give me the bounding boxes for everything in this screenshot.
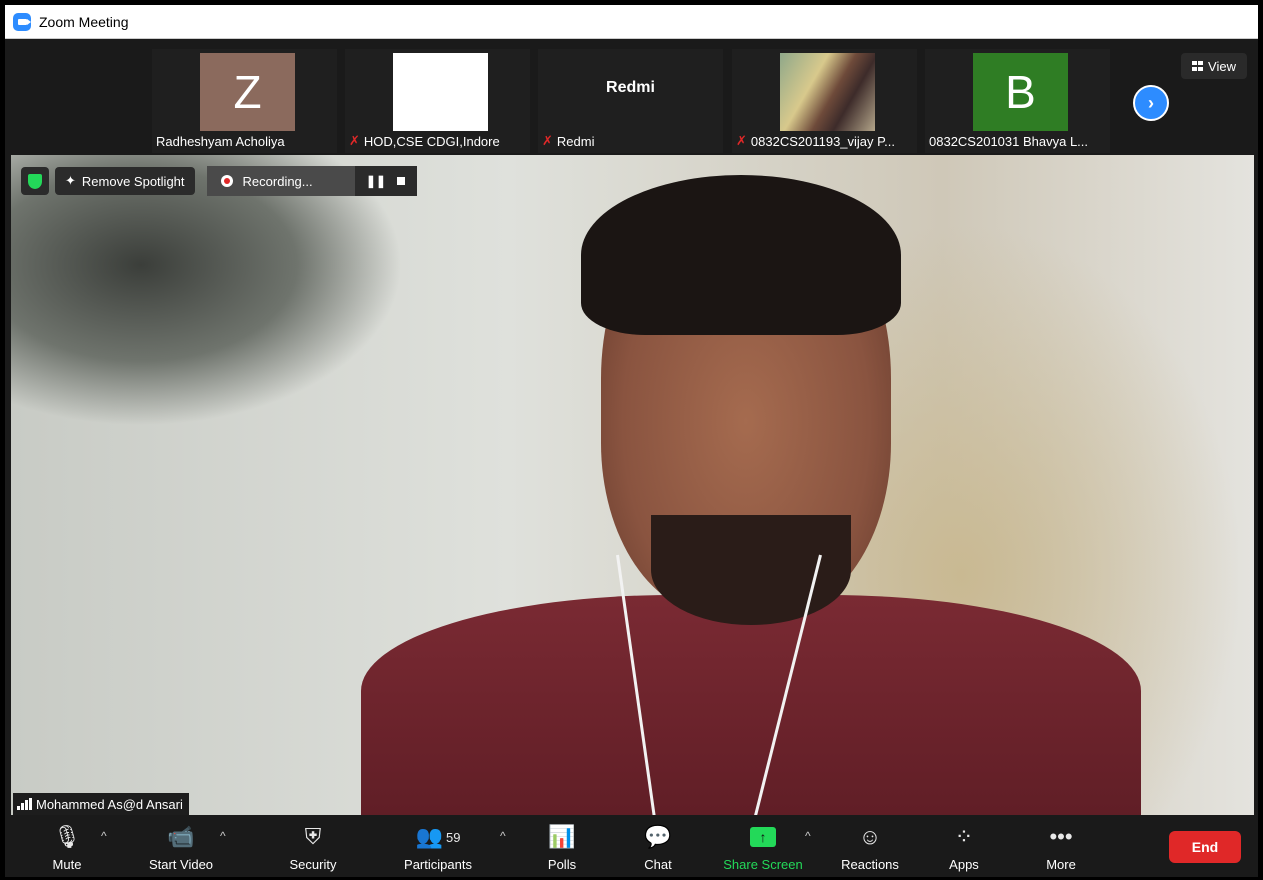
view-label: View: [1208, 58, 1236, 74]
shield-icon: ⛨: [304, 824, 322, 849]
participant-name: ✗ Redmi: [542, 131, 594, 151]
next-page-button[interactable]: ›: [1133, 85, 1169, 121]
title-bar: Zoom Meeting: [5, 5, 1258, 39]
participant-name: ✗ 0832CS201193_vijay P...: [736, 131, 895, 151]
more-label: More: [1046, 857, 1076, 872]
start-video-label: Start Video: [148, 857, 214, 872]
polls-button[interactable]: 📊 Polls: [544, 823, 580, 875]
participant-thumb[interactable]: Z Radheshyam Acholiya: [152, 49, 337, 153]
polls-icon: 📊: [548, 824, 576, 849]
participant-photo: [780, 53, 875, 131]
participant-thumb[interactable]: Redmi ✗ Redmi: [538, 49, 723, 153]
chat-button[interactable]: 💬 Chat: [640, 823, 676, 875]
mute-label: Mute: [52, 857, 82, 872]
stop-recording-icon[interactable]: [397, 177, 406, 185]
chevron-up-icon[interactable]: ^: [220, 829, 226, 843]
reactions-icon: ☺: [858, 824, 882, 849]
video-content: [651, 515, 851, 625]
participant-name-text: Redmi: [556, 133, 595, 149]
video-off-icon: 📹: [167, 824, 195, 849]
window-title: Zoom Meeting: [39, 13, 129, 30]
mic-muted-icon: ✗: [736, 133, 747, 148]
remove-spotlight-label: Remove Spotlight: [81, 173, 185, 189]
chat-icon: 💬: [644, 824, 672, 849]
mic-muted-icon: ✗: [542, 133, 553, 148]
share-screen-button[interactable]: ↑ Share Screen: [718, 823, 808, 875]
avatar: [393, 53, 488, 131]
pause-recording-icon[interactable]: ❚❚: [366, 174, 386, 188]
share-screen-icon: ↑: [750, 823, 776, 851]
signal-icon: [17, 798, 32, 810]
microphone-icon: 🎙: [53, 824, 81, 849]
participant-name-text: 0832CS201193_vijay P...: [750, 133, 895, 149]
participant-thumb[interactable]: ✗ HOD,CSE CDGI,Indore: [345, 49, 530, 153]
chat-label: Chat: [644, 857, 672, 872]
participants-label: Participants: [404, 857, 472, 872]
participant-name: Radheshyam Acholiya: [156, 131, 285, 151]
video-content: [581, 175, 901, 335]
chevron-right-icon: ›: [1148, 92, 1154, 113]
participant-thumb[interactable]: ✗ 0832CS201193_vijay P...: [732, 49, 917, 153]
speaker-name: Mohammed As@d Ansari: [36, 796, 183, 812]
avatar: B: [973, 53, 1068, 131]
participant-thumb[interactable]: B 0832CS201031 Bhavya L...: [925, 49, 1110, 153]
more-icon: •••: [1049, 824, 1073, 849]
apps-button[interactable]: ⁘ Apps: [944, 823, 984, 875]
spotlight-overlay: ✦ Remove Spotlight Recording... ❚❚: [21, 166, 417, 196]
mute-button[interactable]: 🎙 Mute: [47, 823, 87, 875]
chevron-up-icon[interactable]: ^: [805, 829, 811, 843]
recording-controls: ❚❚: [354, 166, 417, 196]
participants-icon: 👥 59: [415, 824, 461, 849]
participant-name: ✗ HOD,CSE CDGI,Indore: [349, 131, 500, 151]
participants-count: 59: [445, 829, 461, 845]
pin-icon: ✦: [65, 173, 76, 188]
view-button[interactable]: View: [1181, 53, 1247, 79]
speaker-name-tag: Mohammed As@d Ansari: [13, 793, 189, 815]
recording-label: Recording...: [242, 173, 313, 189]
avatar: Z: [200, 53, 295, 131]
shield-icon: [28, 173, 42, 189]
video-content: [361, 595, 1141, 815]
participant-label: Redmi: [606, 79, 655, 96]
participant-name-text: HOD,CSE CDGI,Indore: [363, 133, 500, 149]
end-meeting-button[interactable]: End: [1169, 831, 1241, 863]
share-screen-label: Share Screen: [723, 857, 803, 872]
recording-indicator: Recording... ❚❚: [206, 166, 417, 196]
remove-spotlight-button[interactable]: ✦ Remove Spotlight: [55, 167, 195, 195]
security-label: Security: [289, 857, 337, 872]
reactions-button[interactable]: ☺ Reactions: [837, 823, 903, 875]
chevron-up-icon[interactable]: ^: [500, 829, 506, 843]
participants-button[interactable]: 👥 59 Participants: [398, 823, 478, 875]
zoom-logo-icon: [13, 12, 31, 31]
mic-muted-icon: ✗: [349, 133, 360, 148]
participant-name-text: 0832CS201031 Bhavya L...: [929, 133, 1089, 149]
record-icon: [220, 175, 233, 187]
participant-name-text: Radheshyam Acholiya: [156, 133, 285, 149]
chevron-up-icon[interactable]: ^: [101, 829, 107, 843]
main-video: [11, 155, 1254, 815]
start-video-button[interactable]: 📹 Start Video: [141, 823, 221, 875]
more-button[interactable]: ••• More: [1041, 823, 1081, 875]
apps-icon: ⁘: [954, 824, 974, 849]
encryption-button[interactable]: [21, 167, 49, 195]
reactions-label: Reactions: [841, 857, 899, 872]
zoom-window: Zoom Meeting Z Radheshyam Acholiya ✗ HOD,…: [3, 3, 1260, 877]
security-button[interactable]: ⛨ Security: [285, 823, 341, 875]
recording-status: Recording...: [206, 166, 355, 196]
meeting-toolbar: 🎙 Mute ^ 📹 Start Video ^ ⛨ Security 👥 59 …: [5, 817, 1258, 877]
participant-strip: Z Radheshyam Acholiya ✗ HOD,CSE CDGI,Indo…: [5, 41, 1258, 153]
apps-label: Apps: [949, 857, 979, 872]
grid-icon: [1192, 61, 1204, 71]
polls-label: Polls: [547, 857, 577, 872]
participant-name: 0832CS201031 Bhavya L...: [929, 131, 1088, 151]
